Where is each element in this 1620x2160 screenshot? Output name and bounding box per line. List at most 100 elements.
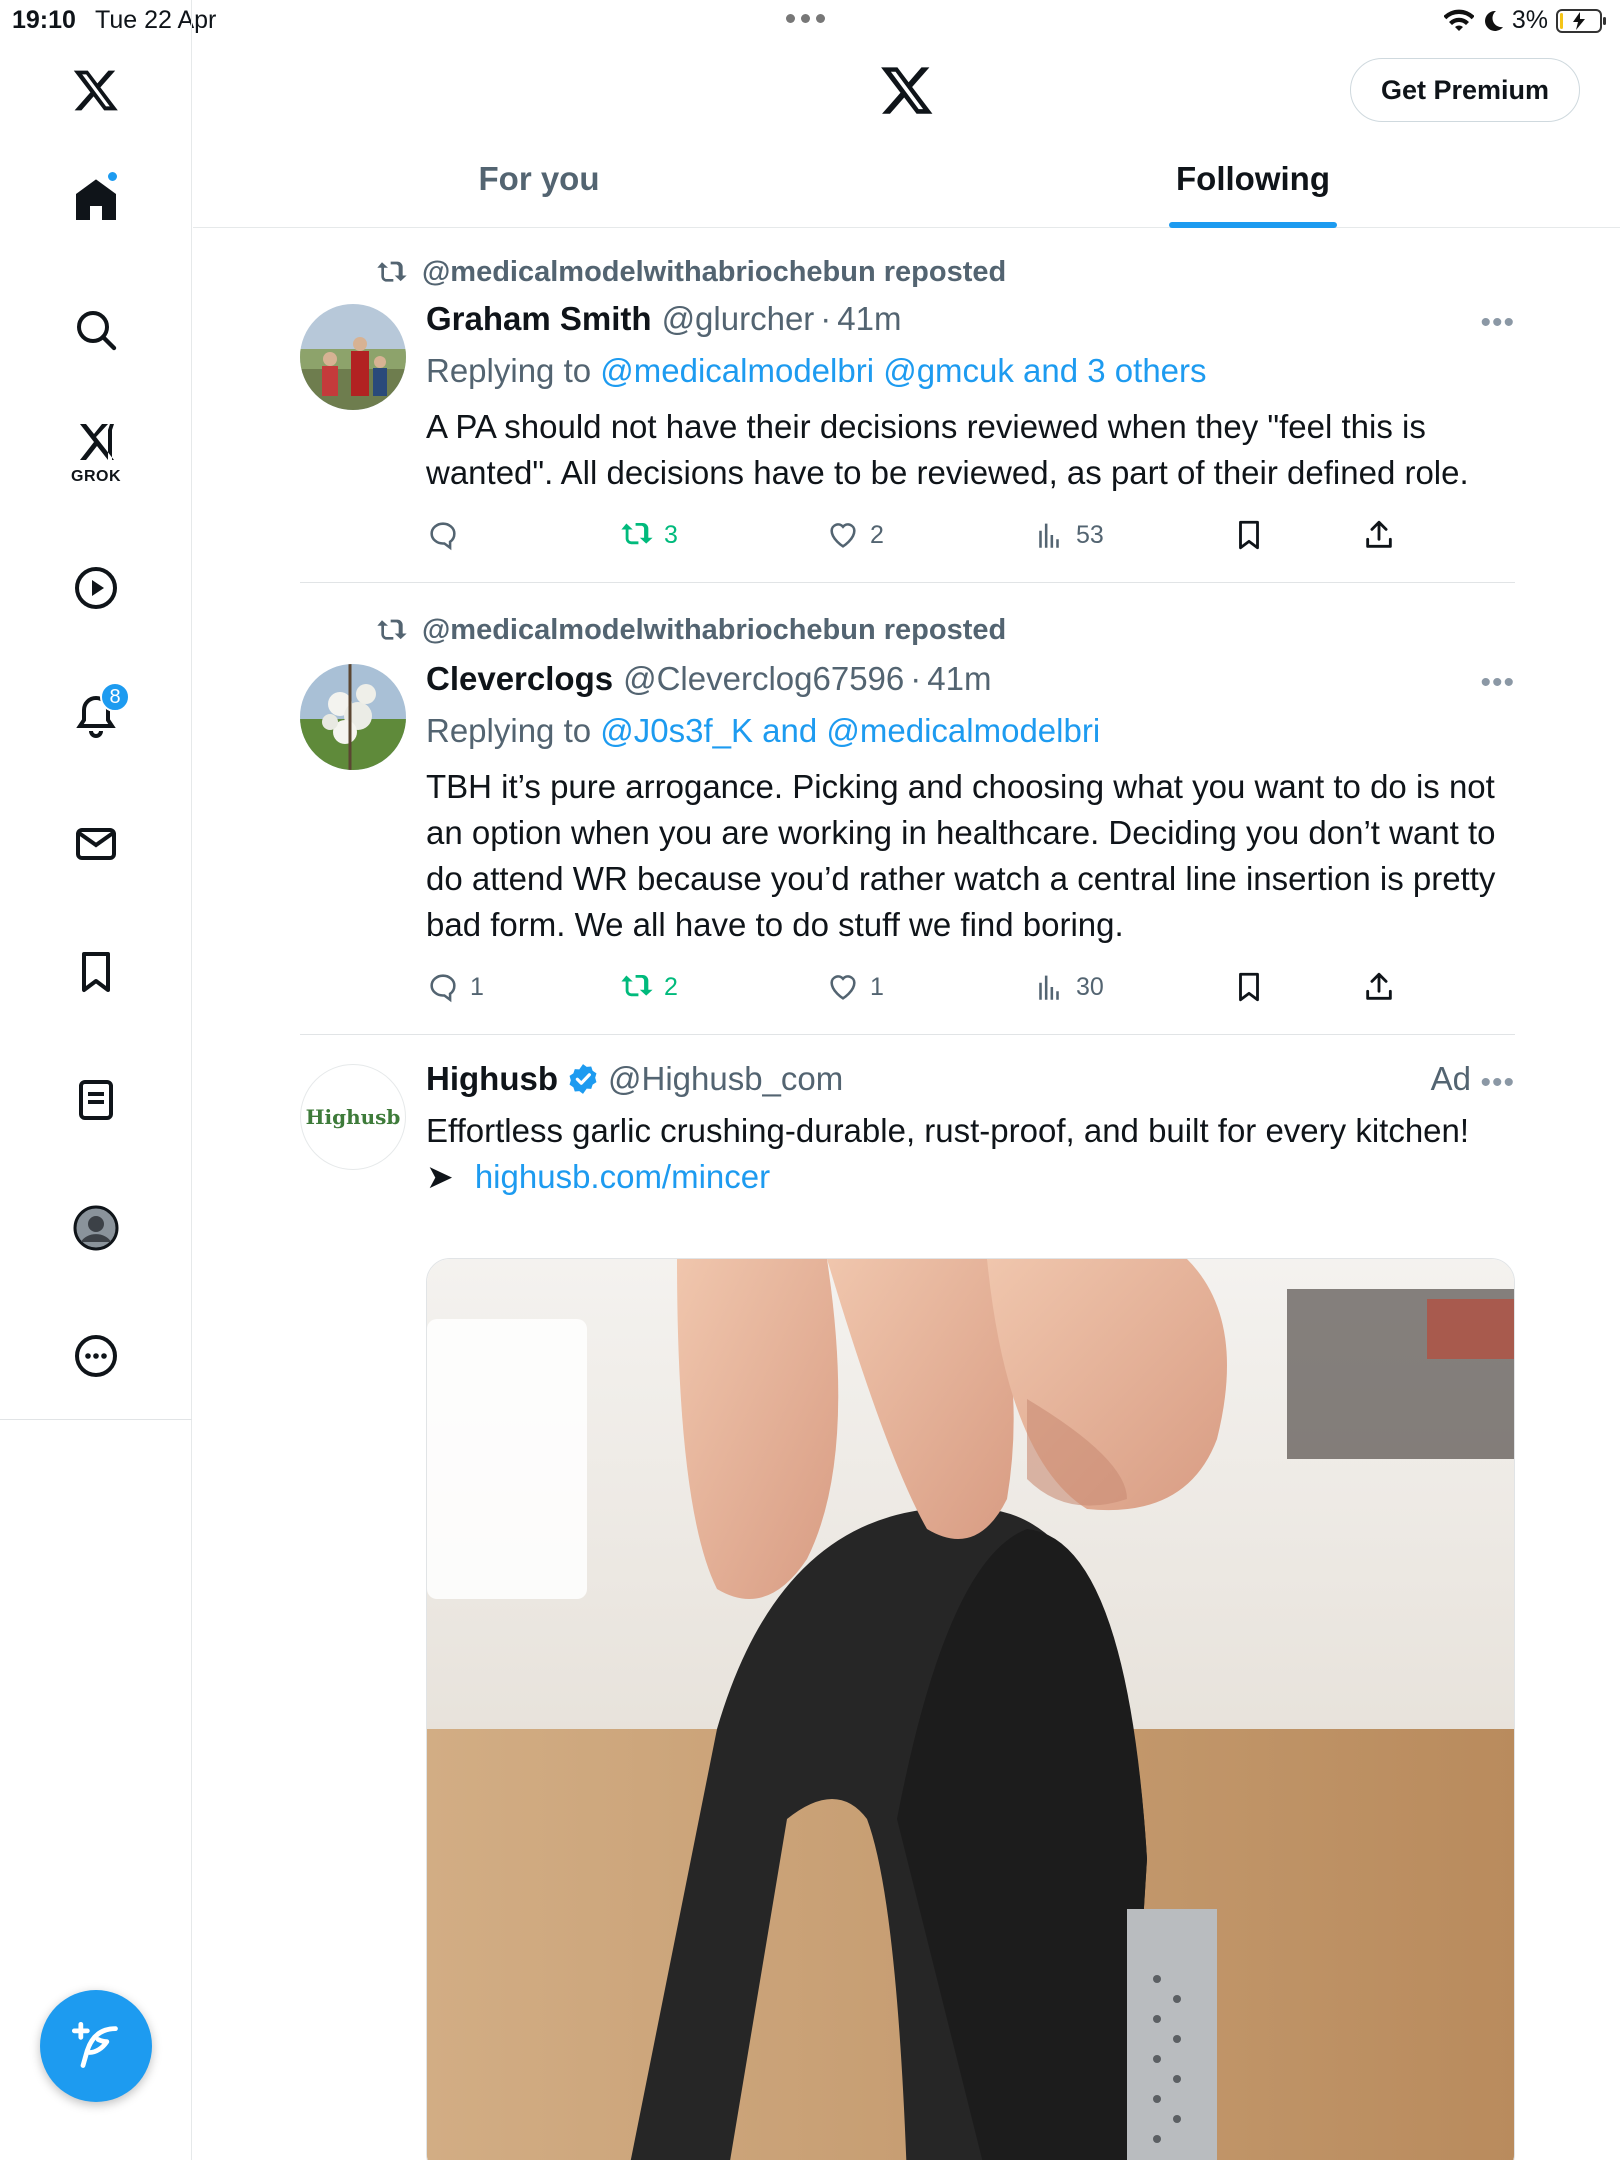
- like-count: 2: [870, 520, 884, 549]
- replying-to-links[interactable]: @medicalmodelbri @gmcuk and 3 others: [600, 352, 1206, 389]
- like-count: 1: [870, 972, 884, 1001]
- replying-to-links[interactable]: @J0s3f_K and @medicalmodelbri: [600, 712, 1100, 749]
- messages-envelope-icon[interactable]: [56, 804, 136, 884]
- repost-by-text: @medicalmodelwithabriochebun reposted: [422, 256, 1007, 288]
- ad-link[interactable]: highusb.com/mincer: [475, 1158, 770, 1195]
- reply-icon: [430, 522, 456, 551]
- post-divider: [300, 582, 1515, 583]
- author-name[interactable]: Graham Smith: [426, 300, 652, 338]
- more-options-icon[interactable]: •••: [1480, 1066, 1515, 1100]
- author-handle[interactable]: @Highusb_com: [608, 1060, 843, 1098]
- x-logo-icon[interactable]: [879, 62, 935, 118]
- avatar[interactable]: Highusb: [300, 1064, 406, 1170]
- replying-prefix: Replying to: [426, 712, 601, 749]
- replying-to: Replying to @medicalmodelbri @gmcuk and …: [426, 352, 1515, 390]
- post-text: Effortless garlic crushing-durable, rust…: [426, 1112, 1470, 1149]
- verified-badge-icon: [569, 1064, 597, 1094]
- notifications-bell-icon[interactable]: 8: [56, 676, 136, 756]
- garlic-press-video-frame: [427, 1259, 1514, 2160]
- battery-percent: 3%: [1511, 6, 1548, 34]
- author-handle[interactable]: @Cleverclog67596: [623, 660, 904, 698]
- post-actions: 1 2 1 30: [426, 970, 1515, 1010]
- search-icon[interactable]: [56, 290, 136, 370]
- video-play-icon[interactable]: [56, 548, 136, 628]
- bookmark-icon: [1239, 972, 1259, 1002]
- more-options-icon[interactable]: [56, 1316, 136, 1396]
- wifi-icon: [1443, 9, 1474, 31]
- separator-dot: ·: [910, 660, 922, 697]
- grok-label: GROK: [71, 468, 121, 485]
- author-handle[interactable]: @glurcher: [662, 300, 815, 338]
- heart-icon: [830, 975, 856, 1000]
- views-button[interactable]: 53: [1032, 518, 1104, 552]
- grok-icon[interactable]: GROK: [56, 410, 136, 490]
- profile-avatar-icon[interactable]: [56, 1188, 136, 1268]
- ad-label: Ad: [1430, 1060, 1471, 1097]
- notifications-badge: 8: [100, 682, 130, 712]
- multitasking-dots[interactable]: [786, 14, 825, 23]
- view-count: 53: [1076, 520, 1104, 549]
- share-icon: [1366, 972, 1392, 1000]
- repost-icon: [621, 522, 653, 545]
- heart-icon: [830, 523, 856, 548]
- repost-button[interactable]: 2: [620, 970, 678, 1004]
- bookmark-button[interactable]: [1232, 518, 1266, 552]
- post-text: TBH it’s pure arrogance. Picking and cho…: [426, 768, 1496, 943]
- reply-button[interactable]: [426, 518, 470, 552]
- repost-button[interactable]: 3: [620, 518, 678, 552]
- tab-for-you[interactable]: For you: [193, 130, 885, 228]
- post-divider: [300, 1034, 1515, 1035]
- views-chart-icon: [1039, 523, 1059, 548]
- battery-icon: [1556, 8, 1606, 33]
- sidebar-divider: [0, 1419, 192, 1420]
- replying-prefix: Replying to: [426, 352, 601, 389]
- tab-following[interactable]: Following: [885, 130, 1620, 228]
- more-options-icon[interactable]: •••: [1480, 666, 1515, 700]
- status-bar: 19:10 Tue 22 Apr 3%: [0, 0, 1620, 40]
- tab-following-label: Following: [1176, 160, 1330, 197]
- timeline-header: Get Premium For you Following: [193, 40, 1620, 228]
- lists-icon[interactable]: [56, 1060, 136, 1140]
- like-button[interactable]: 1: [826, 970, 884, 1004]
- avatar[interactable]: [300, 664, 406, 770]
- compose-feather-icon: [71, 2021, 118, 2068]
- ad-video-media[interactable]: [426, 1258, 1515, 2160]
- home-icon[interactable]: [56, 160, 136, 240]
- arrow-icon: ➤: [426, 1158, 454, 1195]
- post-time[interactable]: 41m: [927, 660, 991, 698]
- reply-count: 1: [470, 972, 484, 1001]
- share-button[interactable]: [1362, 970, 1396, 1004]
- views-button[interactable]: 30: [1032, 970, 1104, 1004]
- moon-icon: [1484, 10, 1503, 31]
- active-tab-indicator: [1169, 222, 1337, 228]
- author-name[interactable]: Cleverclogs: [426, 660, 613, 698]
- avatar[interactable]: [300, 304, 406, 410]
- view-count: 30: [1076, 972, 1104, 1001]
- repost-icon: [377, 261, 407, 282]
- views-chart-icon: [1039, 975, 1059, 1000]
- repost-context: @medicalmodelwithabriochebun reposted: [376, 256, 1006, 289]
- x-logo-icon[interactable]: [56, 50, 136, 130]
- repost-by-text: @medicalmodelwithabriochebun reposted: [422, 614, 1007, 646]
- repost-count: 2: [664, 972, 678, 1001]
- bookmark-icon: [1239, 520, 1259, 550]
- get-premium-button[interactable]: Get Premium: [1350, 58, 1580, 122]
- reply-button[interactable]: 1: [426, 970, 484, 1004]
- post-time[interactable]: 41m: [837, 300, 901, 338]
- post-actions: 3 2 53: [426, 518, 1515, 558]
- sidebar: GROK 8: [0, 0, 192, 2160]
- author-name[interactable]: Highusb: [426, 1060, 558, 1098]
- replying-to: Replying to @J0s3f_K and @medicalmodelbr…: [426, 712, 1515, 750]
- separator-dot: ·: [820, 300, 832, 337]
- like-button[interactable]: 2: [826, 518, 884, 552]
- bookmarks-icon[interactable]: [56, 932, 136, 1012]
- ad-post-highusb[interactable]: Highusb Highusb @Highusb_com Ad ••• Effo…: [300, 1060, 1515, 2160]
- compose-post-button[interactable]: [40, 1990, 152, 2102]
- post-cleverclogs[interactable]: @medicalmodelwithabriochebun reposted Cl…: [300, 608, 1515, 1028]
- more-options-icon[interactable]: •••: [1480, 306, 1515, 340]
- tab-for-you-label: For you: [478, 160, 600, 197]
- share-icon: [1366, 520, 1392, 548]
- post-graham-smith[interactable]: @medicalmodelwithabriochebun reposted Gr…: [300, 250, 1515, 570]
- bookmark-button[interactable]: [1232, 970, 1266, 1004]
- share-button[interactable]: [1362, 518, 1396, 552]
